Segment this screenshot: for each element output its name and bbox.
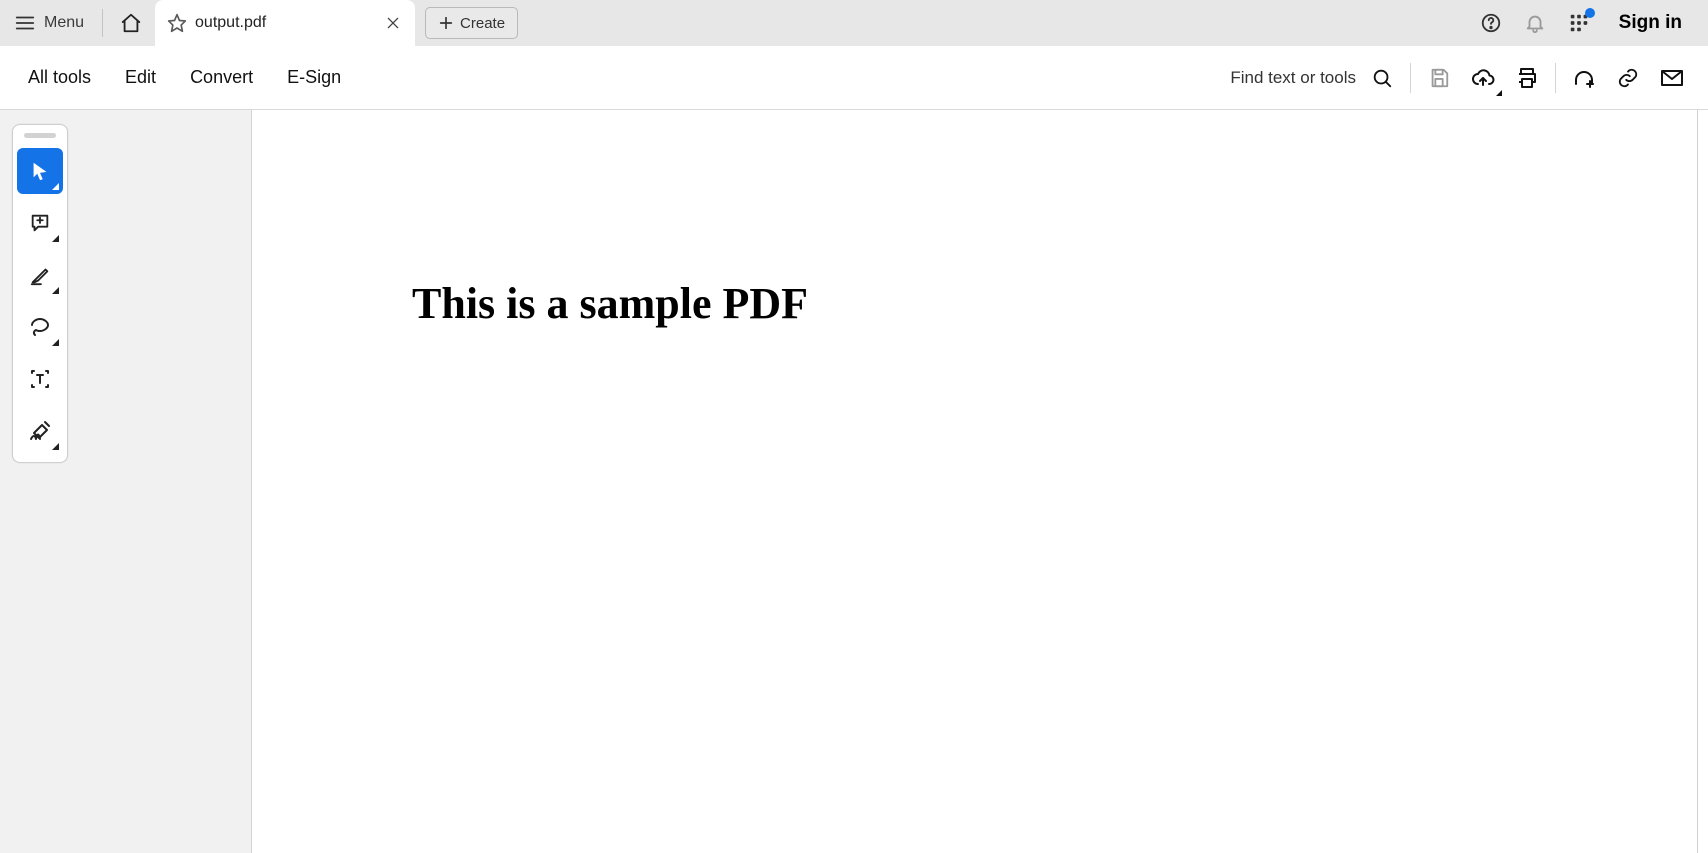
- email-button[interactable]: [1650, 57, 1694, 99]
- plus-icon: [438, 15, 454, 31]
- create-button-label: Create: [460, 15, 505, 32]
- toolbar: All tools Edit Convert E-Sign Find text …: [0, 46, 1708, 110]
- menu-all-tools[interactable]: All tools: [16, 59, 103, 96]
- cloud-upload-button[interactable]: [1461, 57, 1505, 99]
- highlight-tool[interactable]: [17, 252, 63, 298]
- close-icon: [385, 15, 401, 31]
- highlighter-icon: [29, 264, 51, 286]
- lasso-icon: [28, 315, 52, 339]
- star-icon[interactable]: [167, 13, 187, 33]
- bell-icon: [1524, 12, 1546, 34]
- main-menu-label: Menu: [44, 14, 84, 32]
- divider: [1555, 63, 1556, 93]
- pdf-page: This is a sample PDF: [252, 110, 1698, 853]
- menu-convert[interactable]: Convert: [178, 59, 265, 96]
- workspace: This is a sample PDF: [0, 110, 1708, 853]
- divider: [1410, 63, 1411, 93]
- share-ai-button[interactable]: [1562, 57, 1606, 99]
- document-tab[interactable]: output.pdf: [155, 0, 415, 46]
- app-switcher-button[interactable]: [1559, 4, 1599, 42]
- draw-tool[interactable]: [17, 304, 63, 350]
- left-panel: [0, 110, 252, 853]
- text-box-tool[interactable]: [17, 356, 63, 402]
- ai-assist-icon: [1572, 66, 1596, 90]
- chrome-right-group: Sign in: [1471, 4, 1698, 42]
- mail-icon: [1660, 66, 1684, 90]
- print-icon: [1515, 66, 1539, 90]
- print-button[interactable]: [1505, 57, 1549, 99]
- document-heading: This is a sample PDF: [412, 278, 1697, 329]
- hamburger-icon: [14, 12, 36, 34]
- search-button[interactable]: [1360, 57, 1404, 99]
- sign-in-button[interactable]: Sign in: [1603, 4, 1698, 42]
- help-icon: [1480, 12, 1502, 34]
- palette-grip[interactable]: [24, 133, 56, 138]
- document-viewport[interactable]: This is a sample PDF: [252, 110, 1708, 853]
- main-menu-button[interactable]: Menu: [8, 5, 94, 41]
- sign-tool[interactable]: [17, 408, 63, 454]
- text-select-icon: [28, 367, 52, 391]
- menu-edit[interactable]: Edit: [113, 59, 168, 96]
- comment-icon: [29, 212, 51, 234]
- cursor-icon: [29, 160, 51, 182]
- link-button[interactable]: [1606, 57, 1650, 99]
- tab-title: output.pdf: [195, 14, 371, 32]
- comment-tool[interactable]: [17, 200, 63, 246]
- search-icon: [1371, 67, 1393, 89]
- save-icon: [1428, 67, 1450, 89]
- save-button[interactable]: [1417, 57, 1461, 99]
- home-button[interactable]: [111, 4, 151, 42]
- notification-dot: [1585, 8, 1595, 18]
- create-button[interactable]: Create: [425, 7, 518, 39]
- menu-esign[interactable]: E-Sign: [275, 59, 353, 96]
- help-button[interactable]: [1471, 4, 1511, 42]
- signature-icon: [28, 419, 52, 443]
- close-tab-button[interactable]: [379, 9, 407, 37]
- notifications-button[interactable]: [1515, 4, 1555, 42]
- sign-in-label: Sign in: [1619, 12, 1682, 34]
- search-hint[interactable]: Find text or tools: [1230, 68, 1356, 88]
- title-bar: Menu output.pdf: [0, 0, 1708, 46]
- home-icon: [120, 12, 142, 34]
- link-icon: [1617, 67, 1639, 89]
- divider: [102, 9, 103, 37]
- cloud-upload-icon: [1471, 66, 1495, 90]
- select-tool[interactable]: [17, 148, 63, 194]
- tool-palette: [12, 124, 68, 463]
